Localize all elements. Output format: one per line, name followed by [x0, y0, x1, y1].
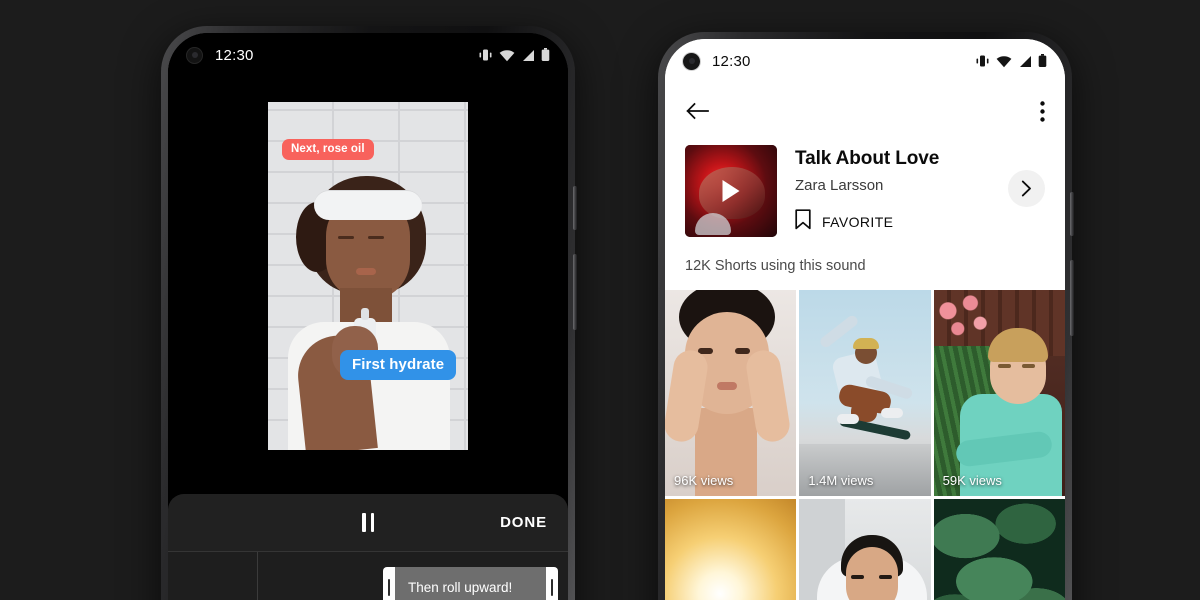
- grid-item[interactable]: [933, 499, 1065, 600]
- power-button-right-phone[interactable]: [1070, 260, 1074, 336]
- cellular-signal-icon: [521, 49, 535, 62]
- status-bar-right: 12:30: [665, 39, 1065, 83]
- status-time-right: 12:30: [712, 52, 751, 70]
- battery-icon: [541, 48, 550, 62]
- caption-timeline[interactable]: Then roll upward! Then pat it in!: [168, 551, 568, 600]
- thumbnail-art: [665, 499, 797, 600]
- favorite-button[interactable]: FAVORITE: [795, 209, 1000, 235]
- chevron-right-icon[interactable]: [1008, 170, 1045, 207]
- clip-label: Then roll upward!: [395, 567, 546, 600]
- view-count: 59K views: [942, 473, 1002, 488]
- status-icons-right: [975, 54, 1047, 68]
- editor-toolbar: DONE: [168, 494, 568, 551]
- timeline-clip-roll-upward[interactable]: Then roll upward!: [383, 567, 558, 600]
- status-time-left: 12:30: [215, 46, 254, 64]
- grid-item[interactable]: 1.4M views: [799, 290, 931, 496]
- track-row: Talk About Love Zara Larsson FAVORITE: [665, 139, 1065, 237]
- status-bar-left: 12:30: [168, 33, 568, 77]
- pause-button[interactable]: [362, 513, 374, 532]
- track-meta: Talk About Love Zara Larsson FAVORITE: [777, 145, 1000, 235]
- volume-button-left-phone[interactable]: [573, 186, 577, 230]
- sound-detail-screen: 12:30 Talk About Love Zara Larsson FAVOR…: [665, 39, 1065, 600]
- app-bar: [665, 83, 1065, 139]
- shorts-grid: 96K views 1.4M views 59K views: [665, 290, 1065, 600]
- shorts-count-label: 12K Shorts using this sound: [665, 237, 1065, 290]
- thumbnail-art: [799, 499, 931, 600]
- play-icon: [722, 180, 740, 202]
- more-vertical-icon[interactable]: [1040, 100, 1045, 122]
- clip-handle-left[interactable]: [383, 567, 395, 600]
- track-thumbnail[interactable]: [685, 145, 777, 237]
- wifi-icon: [996, 55, 1012, 68]
- track-title: Talk About Love: [795, 148, 940, 169]
- thumbnail-art: [933, 499, 1065, 600]
- battery-icon: [1038, 54, 1047, 68]
- video-frame[interactable]: Next, rose oil First hydrate: [268, 102, 468, 450]
- thumbnail-art: [799, 290, 931, 496]
- front-camera-punch-hole: [683, 52, 700, 70]
- caption-chip-first-hydrate[interactable]: First hydrate: [340, 350, 457, 380]
- track-artist: Zara Larsson: [795, 177, 884, 194]
- bookmark-icon: [795, 209, 811, 235]
- volume-button-right-phone[interactable]: [1070, 192, 1074, 236]
- left-phone-device: 12:30 Next, rose oil First hydrate DONE …: [161, 26, 577, 600]
- right-phone-device: 12:30 Talk About Love Zara Larsson FAVOR…: [658, 32, 1074, 600]
- video-preview-area[interactable]: Next, rose oil First hydrate: [168, 77, 568, 494]
- cellular-signal-icon: [1018, 55, 1032, 68]
- vibrate-icon: [478, 48, 493, 62]
- front-camera-punch-hole: [186, 46, 203, 64]
- grid-item[interactable]: 96K views: [665, 290, 797, 496]
- view-count: 1.4M views: [808, 473, 874, 488]
- status-icons-left: [478, 48, 550, 62]
- favorite-label: FAVORITE: [822, 214, 894, 230]
- clip-handle-right[interactable]: [546, 567, 558, 600]
- person-illustration: [280, 150, 456, 450]
- timeline-divider: [257, 552, 258, 600]
- thumbnail-art: [933, 290, 1065, 496]
- thumbnail-art: [665, 290, 797, 496]
- grid-item[interactable]: 59K views: [933, 290, 1065, 496]
- back-arrow-icon[interactable]: [685, 101, 709, 121]
- view-count: 96K views: [674, 473, 734, 488]
- done-button[interactable]: DONE: [500, 514, 547, 531]
- wifi-icon: [499, 49, 515, 62]
- caption-chip-next-rose-oil[interactable]: Next, rose oil: [282, 139, 374, 160]
- editor-panel: DONE Then roll upward! Then pat it in!: [168, 494, 568, 600]
- grid-item[interactable]: [665, 499, 797, 600]
- shorts-editor-screen: 12:30 Next, rose oil First hydrate DONE …: [168, 33, 568, 600]
- power-button-left-phone[interactable]: [573, 254, 577, 330]
- grid-item[interactable]: [799, 499, 931, 600]
- vibrate-icon: [975, 54, 990, 68]
